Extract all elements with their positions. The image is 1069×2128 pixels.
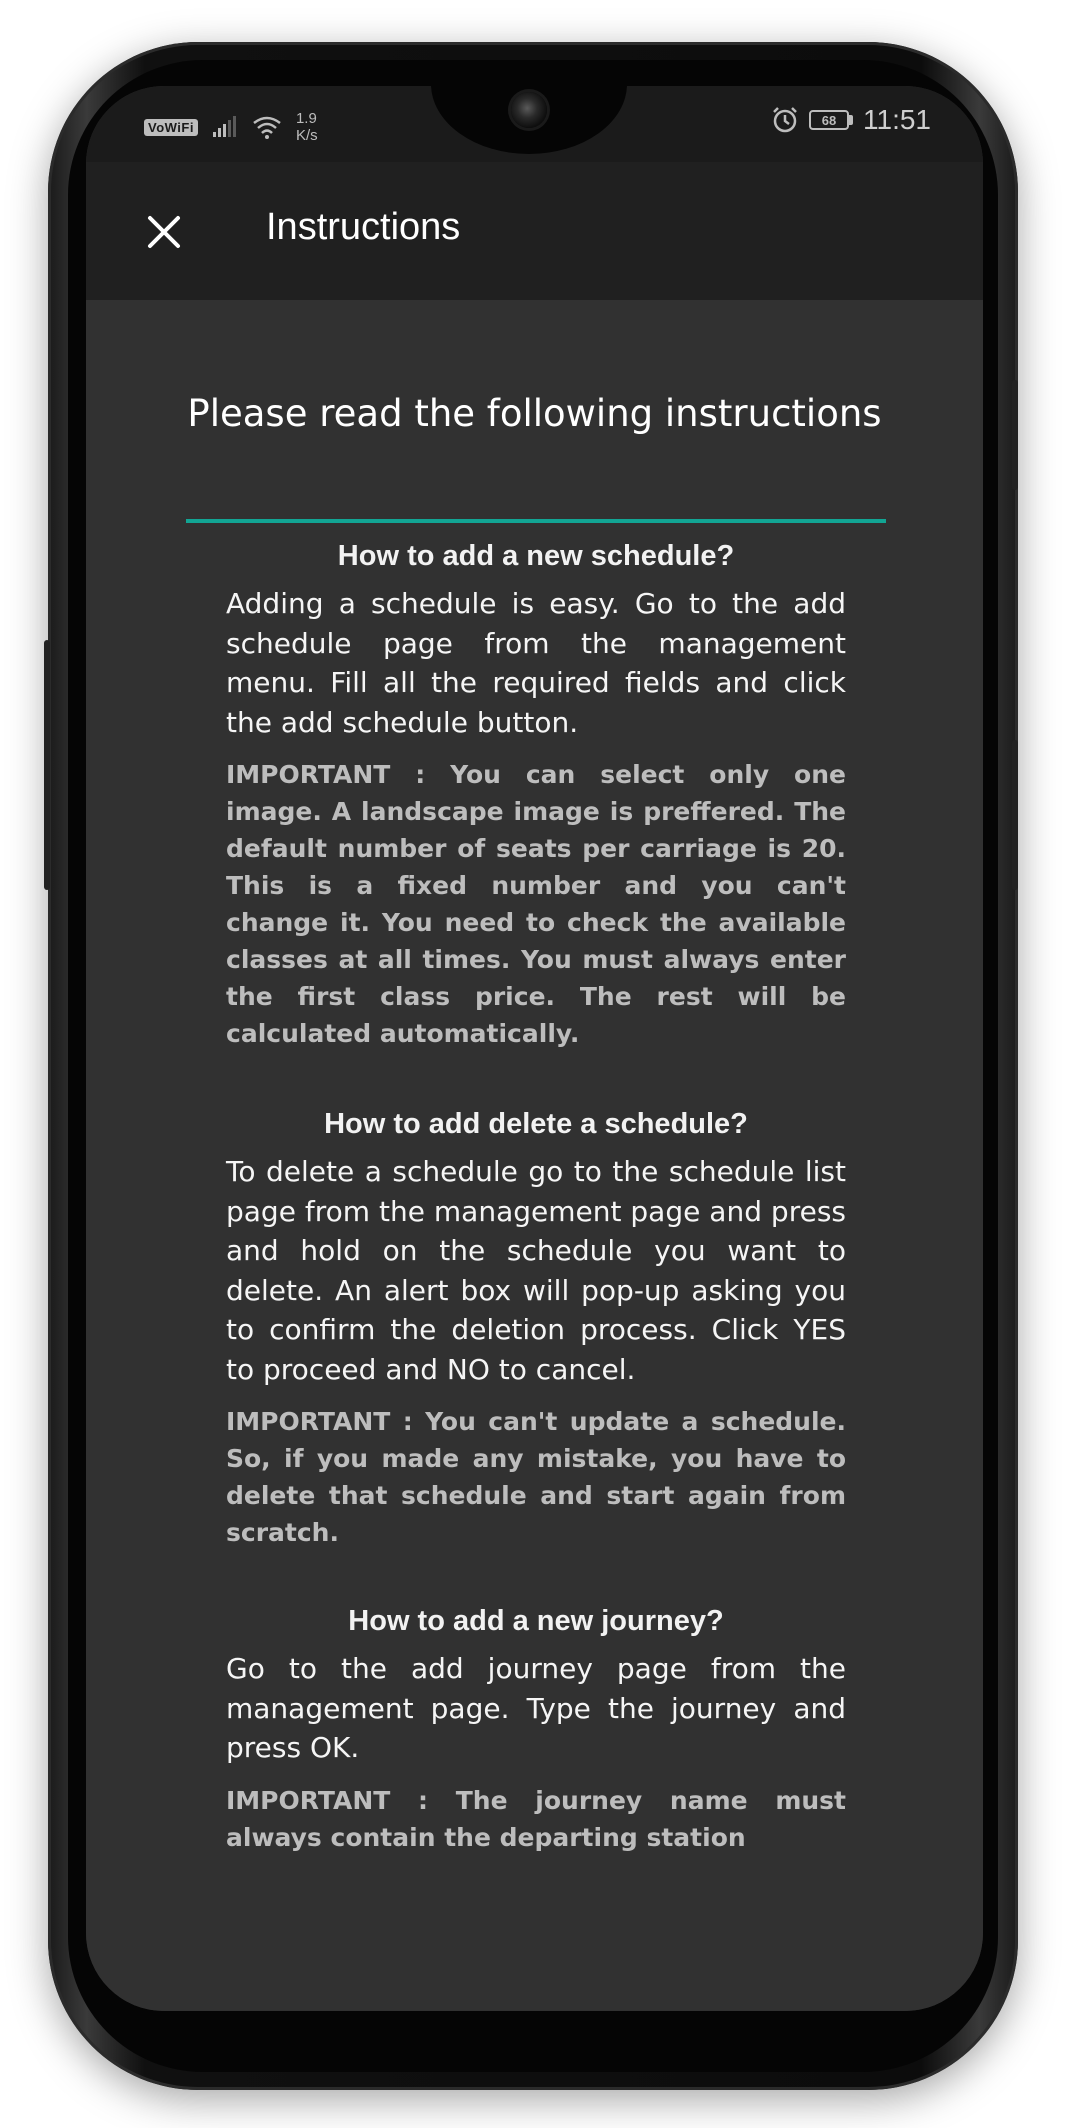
section-important-note: IMPORTANT : The journey name must always… [226, 1785, 846, 1852]
wifi-icon [253, 116, 281, 139]
section-body: Adding a schedule is easy. Go to the add… [226, 587, 846, 739]
heading-divider [186, 519, 886, 523]
screen: VoWiFi 1.9 K/s 68 11:51 Instructions Ple… [86, 86, 983, 2011]
clock: 11:51 [863, 104, 931, 135]
section-add-schedule: How to add a new schedule? Adding a sche… [226, 538, 846, 1052]
signal-icon [212, 116, 236, 137]
section-important-note: IMPORTANT : You can't update a schedule.… [226, 1407, 846, 1547]
section-title: How to add delete a schedule? [324, 1108, 748, 1140]
status-bar: VoWiFi 1.9 K/s 68 11:51 [86, 86, 983, 162]
network-speed: 1.9 K/s [296, 110, 318, 144]
section-title: How to add a new journey? [348, 1605, 724, 1637]
close-button[interactable] [136, 204, 192, 260]
screen-bottom [86, 1927, 983, 2011]
section-important-note: IMPORTANT : You can select only one imag… [226, 760, 846, 1048]
section-body: Go to the add journey page from the mana… [226, 1652, 846, 1764]
status-bar-left: VoWiFi 1.9 K/s [144, 110, 318, 144]
instructions-heading: Please read the following instructions [187, 392, 882, 435]
close-icon [148, 216, 180, 248]
page-title: Instructions [266, 206, 461, 248]
section-add-journey: How to add a new journey? Go to the add … [226, 1603, 846, 1856]
front-camera [511, 92, 547, 128]
alarm-icon [773, 107, 797, 133]
network-speed-value: 1.9 [295, 110, 317, 127]
battery-level: 68 [809, 110, 849, 130]
power-button [1012, 380, 1018, 490]
section-body: To delete a schedule go to the schedule … [226, 1155, 846, 1386]
network-speed-unit: K/s [295, 127, 318, 144]
section-delete-schedule: How to add delete a schedule? To delete … [226, 1106, 846, 1551]
side-button-right-lower [1012, 740, 1018, 890]
status-bar-right: 68 11:51 [771, 104, 931, 136]
section-title: How to add a new schedule? [337, 540, 735, 572]
app-bar: Instructions [86, 162, 983, 300]
battery-icon: 68 [809, 110, 853, 130]
notch [431, 86, 627, 154]
instructions-content[interactable]: Please read the following instructions H… [86, 300, 983, 1926]
vowifi-badge: VoWiFi [144, 118, 198, 136]
instruction-sections: How to add a new schedule? Adding a sche… [226, 538, 846, 1856]
volume-button [44, 640, 50, 890]
